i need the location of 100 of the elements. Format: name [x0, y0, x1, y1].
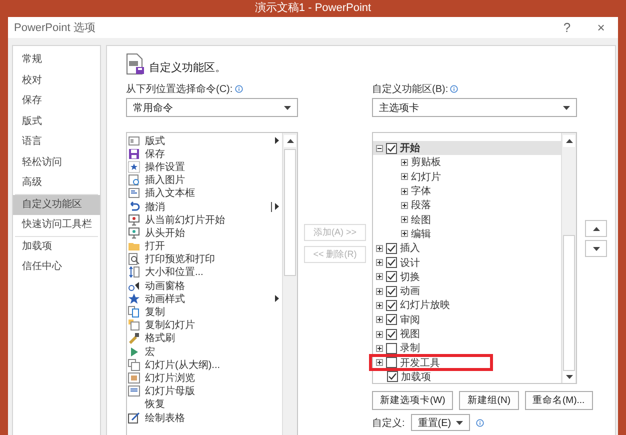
expand-icon[interactable] [376, 273, 383, 280]
checkbox[interactable] [386, 342, 397, 354]
expand-icon[interactable] [376, 316, 383, 324]
nav-item[interactable]: 语言 [13, 132, 100, 152]
tree-item[interactable]: 设计 [373, 255, 561, 270]
tree-item[interactable]: 段落 [373, 198, 561, 212]
command-item[interactable]: 撤消 [127, 200, 282, 214]
command-item[interactable]: 操作设置 [127, 160, 282, 174]
tree-item[interactable]: 编辑 [373, 226, 561, 242]
save-icon [128, 148, 140, 160]
tree-item[interactable]: 绘图 [373, 212, 561, 227]
nav-item[interactable]: 版式 [13, 112, 100, 132]
expand-icon[interactable] [401, 216, 408, 224]
tree-item[interactable]: 剪贴板 [373, 155, 561, 170]
expand-icon[interactable] [376, 244, 383, 252]
command-item[interactable]: 恢复 [127, 398, 282, 411]
checkbox[interactable] [386, 314, 397, 326]
nav-item[interactable]: 快速访问工具栏 [13, 215, 100, 236]
expand-icon[interactable] [401, 202, 408, 209]
tree-item[interactable]: 切换 [373, 270, 561, 284]
expand-icon[interactable] [376, 344, 383, 352]
tree-item[interactable]: 字体 [373, 184, 561, 198]
expand-icon[interactable] [401, 158, 408, 166]
command-item[interactable]: 插入图片 [127, 174, 282, 187]
expand-icon[interactable] [401, 173, 408, 180]
command-item[interactable]: 宏 [127, 345, 282, 358]
tree-item[interactable]: 幻灯片 [373, 170, 561, 184]
expand-icon[interactable] [376, 288, 383, 295]
checkbox[interactable] [387, 371, 398, 382]
undo-icon [128, 200, 140, 213]
nav-item[interactable]: 高级 [13, 173, 100, 194]
tree-action-button[interactable]: 重命名(M)... [524, 391, 593, 410]
move-down-button[interactable] [585, 240, 607, 257]
checkbox[interactable] [386, 357, 397, 368]
magnifier-icon [128, 253, 140, 266]
command-item[interactable]: 绘制表格 [127, 410, 282, 424]
command-item[interactable]: 动画样式 [127, 292, 282, 306]
nav-item[interactable]: 常规 [13, 50, 100, 70]
tree-item[interactable]: 视图 [373, 326, 561, 342]
close-button[interactable]: × [590, 18, 612, 36]
tree-item[interactable]: 开发工具 [369, 354, 493, 372]
command-item[interactable]: 大小和位置... [127, 266, 282, 280]
nav-item[interactable]: 信任中心 [13, 257, 100, 278]
nav-item[interactable]: 轻松访问 [13, 152, 100, 173]
collapse-icon[interactable] [376, 144, 383, 152]
commands-dropdown[interactable]: 常用命令 [126, 98, 298, 117]
nav-item[interactable]: 自定义功能区 [13, 194, 100, 215]
checkbox[interactable] [386, 242, 397, 254]
command-item[interactable]: 动画窗格 [127, 279, 282, 292]
caret-icon [275, 203, 279, 210]
checkbox[interactable] [386, 257, 397, 268]
command-item[interactable]: 格式刷 [127, 332, 282, 345]
command-item[interactable]: 幻灯片(从大纲)... [127, 358, 282, 372]
tree-action-button[interactable]: 新建组(N) [459, 391, 518, 410]
expand-icon[interactable] [401, 230, 408, 238]
resize-icon [128, 266, 140, 278]
caret-icon [563, 106, 570, 110]
nav-item[interactable]: 加载项 [13, 236, 100, 257]
checkbox[interactable] [386, 271, 397, 282]
tree-item[interactable]: 开始 [373, 141, 561, 156]
command-item[interactable]: 保存 [127, 147, 282, 160]
command-item[interactable]: 复制幻灯片 [127, 318, 282, 332]
reset-dropdown[interactable]: 重置(E) [410, 414, 470, 431]
tree-action-button[interactable]: 新建选项卡(W) [372, 391, 454, 410]
command-item[interactable]: 从头开始 [127, 226, 282, 240]
tabs-dropdown[interactable]: 主选项卡 [372, 98, 577, 117]
checkbox[interactable] [386, 142, 397, 154]
help-button[interactable]: ? [556, 18, 578, 36]
command-item[interactable]: 幻灯片浏览 [127, 371, 282, 385]
command-item[interactable]: 版式 [127, 134, 282, 148]
picture-icon [128, 174, 140, 186]
command-item[interactable]: 插入文本框 [127, 186, 282, 200]
expand-icon[interactable] [401, 188, 408, 195]
tree-item[interactable]: 录制 [373, 341, 561, 356]
tree-item[interactable]: 动画 [373, 284, 561, 298]
checkbox[interactable] [386, 328, 397, 340]
checkbox[interactable] [386, 300, 397, 311]
tree-item[interactable]: 插入 [373, 241, 561, 256]
command-item[interactable]: 打印预览和打印 [127, 252, 282, 266]
nav-item[interactable]: 校对 [13, 70, 100, 91]
command-item[interactable]: 复制 [127, 305, 282, 319]
app-title: 演示文稿1 - PowerPoint [254, 0, 372, 16]
tree-item[interactable]: 审阅 [373, 312, 561, 327]
scrollbar[interactable] [282, 133, 297, 435]
nav-item[interactable]: 保存 [13, 91, 100, 112]
tree-item[interactable]: 加载项 [373, 370, 561, 384]
pencil-icon [128, 412, 140, 424]
move-up-button[interactable] [585, 220, 607, 237]
command-item[interactable]: 从当前幻灯片开始 [127, 213, 282, 226]
checkbox[interactable] [386, 286, 397, 297]
expand-icon[interactable] [376, 359, 383, 366]
tree-item[interactable]: 幻灯片放映 [373, 298, 561, 313]
expand-icon[interactable] [376, 330, 383, 338]
command-item[interactable]: 幻灯片母版 [127, 384, 282, 398]
expand-icon[interactable] [376, 259, 383, 266]
play-icon [128, 346, 140, 358]
expand-icon[interactable] [376, 302, 383, 309]
scrollbar[interactable] [561, 133, 576, 383]
caret-icon [592, 246, 600, 250]
command-item[interactable]: 打开 [127, 240, 282, 253]
